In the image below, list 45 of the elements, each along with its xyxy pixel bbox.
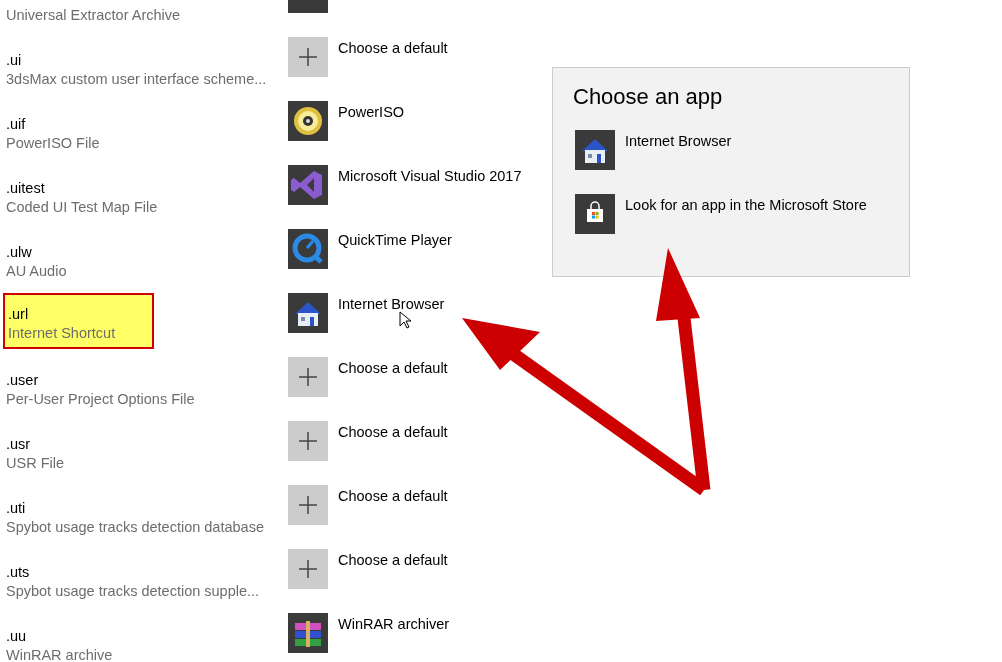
app-name[interactable]: Choose a default	[338, 485, 448, 504]
file-extension: .url	[8, 305, 30, 324]
file-extension: .uitest	[6, 179, 46, 198]
app-name[interactable]: Microsoft Visual Studio 2017	[338, 165, 522, 184]
file-extension: .uti	[6, 499, 27, 518]
file-extension: .usr	[6, 435, 32, 454]
plus-icon[interactable]	[288, 549, 328, 589]
file-extension: .uu	[6, 627, 28, 646]
app-name[interactable]: PowerISO	[338, 101, 405, 120]
app-option-label[interactable]: Look for an app in the Microsoft Store	[625, 194, 867, 258]
file-type-description: Spybot usage tracks detection database	[6, 518, 265, 537]
plus-icon[interactable]	[288, 357, 328, 397]
file-type-description: Coded UI Test Map File	[6, 198, 159, 217]
popup-title: Choose an app	[573, 84, 724, 110]
app-name[interactable]: Choose a default	[338, 549, 448, 568]
plus-icon[interactable]	[288, 485, 328, 525]
app-name[interactable]: Choose a default	[338, 421, 448, 440]
file-type-description: 3dsMax custom user interface scheme...	[6, 70, 268, 89]
app-name[interactable]: Choose a default	[338, 37, 448, 56]
app-icon[interactable]	[288, 613, 328, 653]
app-icon[interactable]	[575, 194, 615, 234]
app-name[interactable]: QuickTime Player	[338, 229, 452, 248]
app-icon[interactable]	[288, 101, 328, 141]
file-type-description: Universal Extractor Archive	[6, 6, 182, 25]
file-type-description: Internet Shortcut	[8, 324, 117, 343]
file-type-description: WinRAR archive	[6, 646, 114, 662]
app-name[interactable]: Choose a default	[338, 357, 448, 376]
file-type-description: Spybot usage tracks detection supple...	[6, 582, 261, 601]
file-extension: .uif	[6, 115, 27, 134]
app-icon[interactable]	[288, 293, 328, 333]
file-type-description: USR File	[6, 454, 65, 473]
file-type-description: Per-User Project Options File	[6, 390, 196, 409]
file-extension: .ui	[6, 51, 23, 70]
app-name[interactable]: WinRAR archiver	[338, 613, 450, 632]
file-type-description: PowerISO File	[6, 134, 101, 153]
app-icon[interactable]	[575, 130, 615, 170]
plus-icon[interactable]	[288, 37, 328, 77]
plus-icon[interactable]	[288, 421, 328, 461]
app-name[interactable]: Internet Browser	[338, 293, 445, 312]
app-option-label[interactable]: Internet Browser	[625, 130, 732, 194]
file-extension: .ulw	[6, 243, 33, 262]
file-type-description: AU Audio	[6, 262, 68, 281]
file-extension: .user	[6, 371, 40, 390]
mouse-pointer-icon	[399, 311, 411, 329]
file-extension: .uts	[6, 563, 31, 582]
